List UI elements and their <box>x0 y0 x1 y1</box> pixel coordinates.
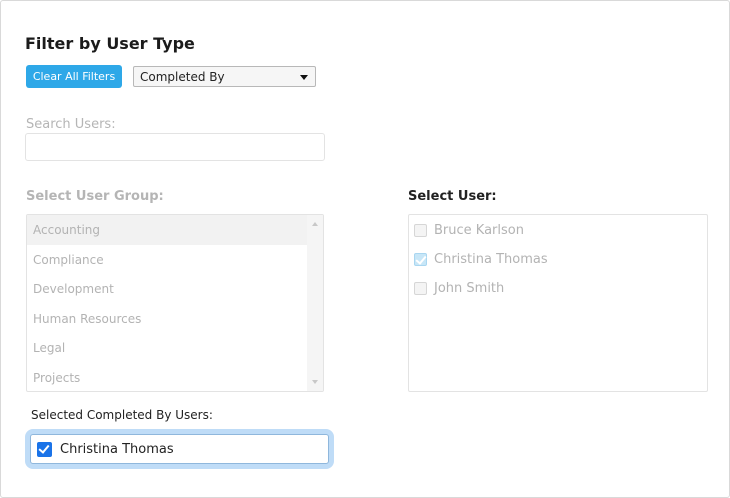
search-users-label: Search Users: <box>26 117 116 132</box>
user-checkbox-checked[interactable] <box>414 252 427 266</box>
selected-user-label: Christina Thomas <box>60 441 174 457</box>
scroll-down-icon[interactable] <box>312 380 318 384</box>
list-item-accounting[interactable]: Accounting <box>27 215 307 245</box>
user-item-label: John Smith <box>434 280 505 296</box>
user-checkbox[interactable] <box>414 223 427 237</box>
list-item-projects[interactable]: Projects <box>27 363 307 392</box>
select-user-label: Select User: <box>408 189 497 204</box>
user-list: Bruce Karlson Christina Thomas John Smit… <box>408 214 708 392</box>
group-list-scrollbar[interactable] <box>307 215 323 391</box>
filter-panel: Filter by User Type Clear All Filters Co… <box>0 0 730 498</box>
search-users-input[interactable] <box>25 133 325 161</box>
user-item-label: Bruce Karlson <box>434 222 524 238</box>
selected-users-box: Christina Thomas <box>25 429 334 469</box>
chevron-down-icon <box>300 75 308 80</box>
list-item-legal[interactable]: Legal <box>27 333 307 363</box>
user-item-christina-thomas[interactable]: Christina Thomas <box>414 249 548 269</box>
user-type-select[interactable]: Completed By <box>133 66 316 87</box>
selected-user-item[interactable]: Christina Thomas <box>30 434 329 464</box>
list-item-development[interactable]: Development <box>27 274 307 304</box>
selected-users-label: Selected Completed By Users: <box>31 408 213 422</box>
user-item-john-smith[interactable]: John Smith <box>414 278 504 298</box>
user-type-select-value: Completed By <box>140 70 225 84</box>
page-title: Filter by User Type <box>25 34 195 53</box>
scroll-up-icon[interactable] <box>312 222 318 226</box>
select-user-group-label: Select User Group: <box>26 189 164 204</box>
user-item-bruce-karlson[interactable]: Bruce Karlson <box>414 220 524 240</box>
list-item-human-resources[interactable]: Human Resources <box>27 304 307 334</box>
clear-all-filters-button[interactable]: Clear All Filters <box>26 65 122 88</box>
user-checkbox[interactable] <box>414 281 427 295</box>
user-group-list[interactable]: Accounting Compliance Development Human … <box>26 214 324 392</box>
checkbox-checked-icon[interactable] <box>37 441 52 457</box>
list-item-compliance[interactable]: Compliance <box>27 245 307 275</box>
user-item-label: Christina Thomas <box>434 251 548 267</box>
